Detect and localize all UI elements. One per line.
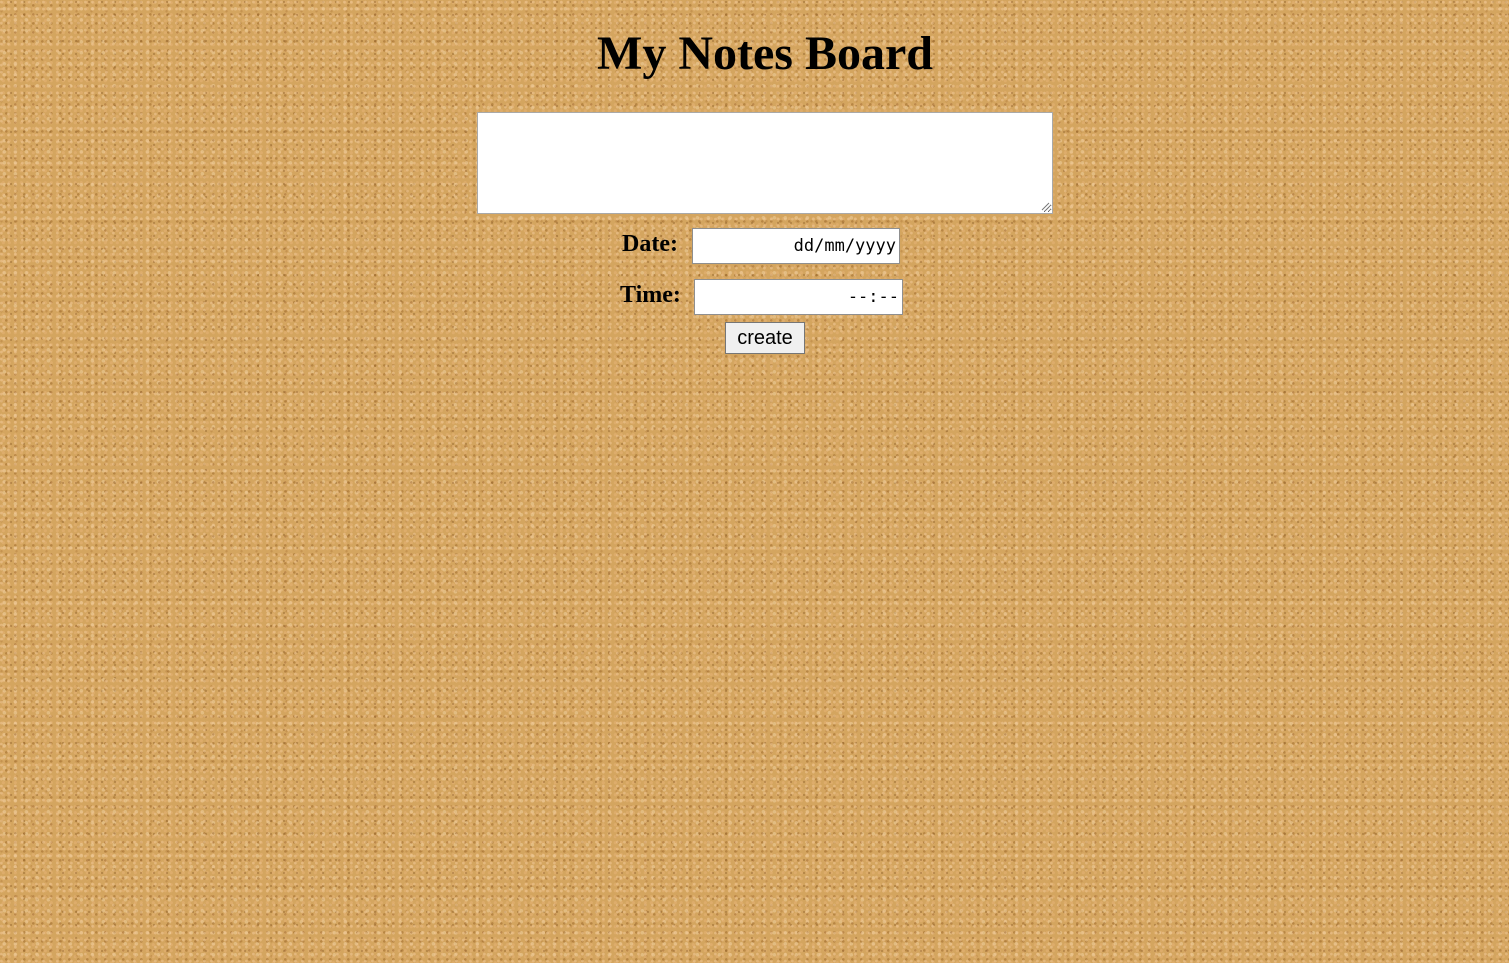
note-textarea[interactable] xyxy=(477,112,1053,214)
date-input[interactable]: dd/mm/yyyy xyxy=(692,228,900,264)
page-title: My Notes Board xyxy=(597,27,933,80)
time-label: Time: xyxy=(620,282,681,308)
date-placeholder: dd/mm/yyyy xyxy=(793,236,896,256)
time-placeholder: --:-- xyxy=(847,287,899,307)
create-button[interactable]: create xyxy=(725,322,805,354)
cork-board: My Notes Board Date: dd/mm/yyyy Time: --… xyxy=(0,0,1509,963)
date-label: Date: xyxy=(622,231,678,257)
time-input[interactable]: --:-- xyxy=(694,279,903,315)
